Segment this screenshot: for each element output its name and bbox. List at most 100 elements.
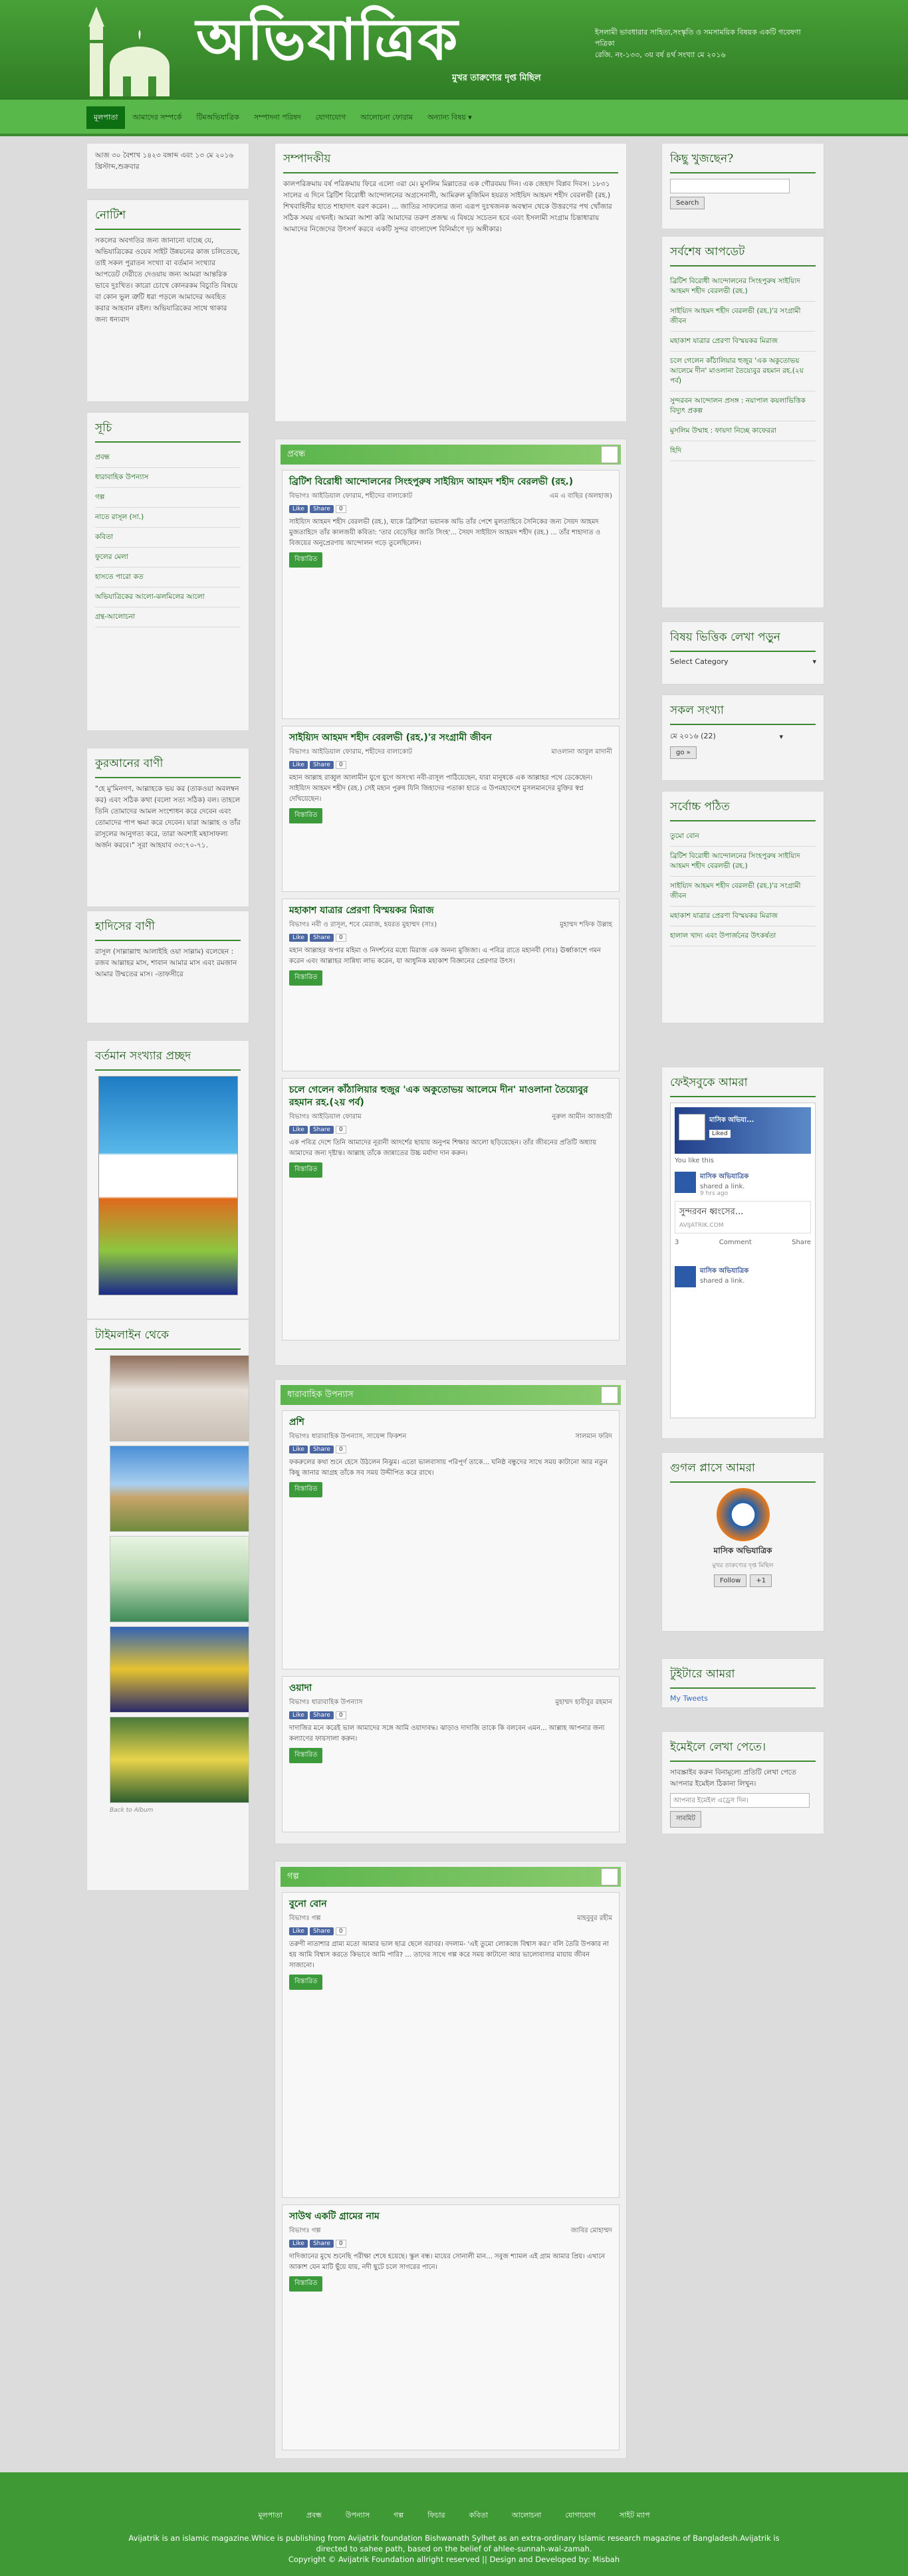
index-item[interactable]: নাতে রাসূল (সা.) bbox=[95, 508, 241, 528]
fb-like-button[interactable]: Like bbox=[289, 1126, 308, 1134]
archive-select[interactable]: মে ২০১৬ (22) ▾ bbox=[670, 730, 783, 743]
fb-link-preview[interactable]: সুন্দরবন ধ্বংসের... AVIJATRIK.COM bbox=[675, 1201, 811, 1234]
read-more-button[interactable]: বিস্তারিত bbox=[289, 552, 323, 568]
post-title[interactable]: সাউথ একটি গ্রামের নাম bbox=[289, 2210, 612, 2223]
post-title[interactable]: বুনো বোন bbox=[289, 1898, 612, 1911]
fb-share-button[interactable]: Share bbox=[309, 505, 334, 513]
recent-post-link[interactable]: হিদি bbox=[670, 441, 816, 461]
post-title[interactable]: প্রশি bbox=[289, 1416, 612, 1429]
fb-like-button[interactable]: Like bbox=[289, 934, 308, 942]
fb-like-button[interactable]: Like bbox=[289, 1711, 308, 1719]
read-more-button[interactable]: বিস্তারিত bbox=[289, 970, 323, 986]
fb-post-author[interactable]: মাসিক অভিযাত্রিক bbox=[700, 1172, 748, 1183]
post-title[interactable]: সাইয়্যিদ আহমদ শহীদ বেরলভী (রহ.)'র সংগ্র… bbox=[289, 732, 612, 744]
post-title[interactable]: ব্রিটিশ বিরোধী আন্দোলনের সিংহপুরুষ সাইয়… bbox=[289, 476, 612, 488]
index-item[interactable]: গল্প bbox=[95, 488, 241, 508]
fb-page-name[interactable]: মাসিক অভিযা... bbox=[709, 1115, 754, 1127]
fb-like-button[interactable]: Like bbox=[289, 2240, 308, 2248]
post-category[interactable]: বিভাগঃ গল্প bbox=[289, 1913, 321, 1925]
recent-post-link[interactable]: সাইয়্যিদ আহমদ শহীদ বেরলভী (রহ.)'র সংগ্র… bbox=[670, 302, 816, 332]
nav-item-contact[interactable]: যোগাযোগ bbox=[308, 106, 354, 129]
nav-item-editorial-board[interactable]: সম্পাদনা পরিষদ bbox=[247, 106, 308, 129]
footer-link[interactable]: আলোচনা bbox=[512, 2510, 541, 2522]
fb-share-button[interactable]: Share bbox=[309, 1927, 334, 1935]
footer-link[interactable]: উপন্যাস bbox=[346, 2510, 370, 2522]
index-item[interactable]: হাসতে পারো কত bbox=[95, 568, 241, 588]
post-category[interactable]: বিভাগঃ নবী ও রাসূল, শবে মেরাজ, হযরত মুহা… bbox=[289, 920, 437, 931]
post-category[interactable]: বিভাগঃ আইডিয়াল ফোরাম bbox=[289, 1112, 362, 1123]
fb-share-link[interactable]: Share bbox=[792, 1239, 811, 1246]
category-select[interactable]: Select Category ▾ bbox=[670, 657, 816, 666]
fb-post-likes[interactable]: 3 bbox=[675, 1239, 679, 1246]
brand-title[interactable]: অভিযাত্রিক bbox=[196, 7, 459, 73]
post-category[interactable]: বিভাগঃ আইডিয়াল ফোরাম, শহীদের বালাকোট bbox=[289, 491, 412, 502]
recent-post-link[interactable]: মহাকাশ যাত্রার প্রেরণা বিস্ময়কর মিরাজ bbox=[670, 332, 816, 352]
post-title[interactable]: চলে গেলেন কাঁঠালিয়ার হুজুর 'এক অকুতোভয়… bbox=[289, 1084, 612, 1109]
index-item[interactable]: প্রবন্ধ bbox=[95, 448, 241, 468]
nav-item-others[interactable]: অন্যান্য বিষয় ▾ bbox=[420, 106, 479, 129]
read-more-button[interactable]: বিস্তারিত bbox=[289, 2276, 323, 2292]
footer-link[interactable]: গল্প bbox=[394, 2510, 403, 2522]
timeline-photo[interactable] bbox=[110, 1626, 249, 1713]
fb-like-button[interactable]: Like bbox=[289, 761, 308, 769]
footer-link[interactable]: কবিতা bbox=[469, 2510, 488, 2522]
email-input[interactable] bbox=[670, 1793, 810, 1808]
footer-link[interactable]: সাইট ম্যাপ bbox=[620, 2510, 650, 2522]
gplus-follow-button[interactable]: Follow bbox=[713, 1574, 747, 1587]
fb-like-button[interactable]: Like bbox=[289, 1927, 308, 1935]
index-item[interactable]: ফুলের মেলা bbox=[95, 548, 241, 568]
index-item[interactable]: অভিযাত্রিকের আলো-ঝলমিলের আলো bbox=[95, 588, 241, 607]
popular-post-link[interactable]: তুমো বোন bbox=[670, 827, 816, 847]
index-item[interactable]: কবিতা bbox=[95, 528, 241, 548]
nav-item-home[interactable]: মূলপাতা bbox=[86, 106, 126, 129]
post-category[interactable]: বিভাগঃ গল্প bbox=[289, 2226, 321, 2237]
fb-share-button[interactable]: Share bbox=[309, 2240, 334, 2248]
timeline-photo[interactable] bbox=[110, 1717, 249, 1803]
current-issue-cover[interactable] bbox=[98, 1076, 238, 1295]
fb-post-author[interactable]: মাসিক অভিযাত্রিক bbox=[700, 1266, 748, 1277]
nav-item-about[interactable]: আমাদের সম্পর্কে bbox=[125, 106, 189, 129]
fb-share-button[interactable]: Share bbox=[309, 1446, 334, 1453]
fb-comment-button[interactable]: Comment bbox=[719, 1239, 752, 1246]
popular-post-link[interactable]: ব্রিটিশ বিরোধী আন্দোলনের সিংহপুরুষ সাইয়… bbox=[670, 847, 816, 877]
post-title[interactable]: ওয়াদা bbox=[289, 1682, 612, 1695]
nav-item-forum[interactable]: আলোচনা ফোরাম bbox=[353, 106, 420, 129]
read-more-button[interactable]: বিস্তারিত bbox=[289, 1482, 323, 1497]
fb-like-button[interactable]: Like bbox=[289, 1446, 308, 1453]
popular-post-link[interactable]: হালাল খাদ্য এবং উপার্জনের উৎকর্ষতা bbox=[670, 926, 816, 946]
search-input[interactable] bbox=[670, 179, 790, 193]
recent-post-link[interactable]: মুসলিম উম্মাহ : ফায়দা নিচ্ছে কাফেররা bbox=[670, 421, 816, 441]
nav-item-team[interactable]: টিমঅভিযাত্রিক bbox=[189, 106, 247, 129]
gplus-name[interactable]: মাসিক অভিযাত্রিক bbox=[670, 1545, 816, 1558]
popular-post-link[interactable]: মহাকাশ যাত্রার প্রেরণা বিস্ময়কর মিরাজ bbox=[670, 907, 816, 926]
gplus-plus-one-button[interactable]: +1 bbox=[750, 1574, 772, 1587]
fb-liked-button[interactable]: Liked bbox=[709, 1130, 731, 1138]
post-title[interactable]: মহাকাশ যাত্রার প্রেরণা বিস্ময়কর মিরাজ bbox=[289, 905, 612, 917]
timeline-photo[interactable] bbox=[110, 1355, 249, 1442]
email-submit-button[interactable]: সাবমিট bbox=[670, 1811, 701, 1828]
twitter-link[interactable]: My Tweets bbox=[670, 1694, 816, 1703]
recent-post-link[interactable]: ব্রিটিশ বিরোধী আন্দোলনের সিংহপুরুষ সাইয়… bbox=[670, 272, 816, 302]
fb-share-button[interactable]: Share bbox=[309, 761, 334, 769]
popular-post-link[interactable]: সাইয়্যিদ আহমদ শহীদ বেরলভী (রহ.)'র সংগ্র… bbox=[670, 877, 816, 907]
fb-share-button[interactable]: Share bbox=[309, 1711, 334, 1719]
fb-like-button[interactable]: Like bbox=[289, 505, 308, 513]
footer-link[interactable]: ফিচার bbox=[427, 2510, 445, 2522]
footer-link[interactable]: মূলপাতা bbox=[258, 2510, 282, 2522]
back-to-album-link[interactable]: Back to Album bbox=[110, 1807, 241, 1814]
search-button[interactable]: Search bbox=[670, 197, 705, 209]
footer-link[interactable]: প্রবন্ধ bbox=[306, 2510, 322, 2522]
read-more-button[interactable]: বিস্তারিত bbox=[289, 1975, 323, 1990]
recent-post-link[interactable]: চলে গেলেন কাঁঠালিয়ার হুজুর 'এক অকুতোভয়… bbox=[670, 352, 816, 391]
post-category[interactable]: বিভাগঃ ধারাবাহিক উপন্যাস, সায়েন্স ফিকশন bbox=[289, 1432, 406, 1443]
archive-go-button[interactable]: go » bbox=[670, 746, 697, 759]
fb-share-button[interactable]: Share bbox=[309, 1126, 334, 1134]
index-item[interactable]: গ্রন্থ-আলোচনা bbox=[95, 607, 241, 627]
post-category[interactable]: বিভাগঃ ধারাবাহিক উপন্যাস bbox=[289, 1697, 362, 1709]
recent-post-link[interactable]: সুন্দরবন আন্দোলন প্রসঙ্গ : নয়াপাল কয়লা… bbox=[670, 391, 816, 421]
timeline-photo[interactable] bbox=[110, 1446, 249, 1532]
fb-share-button[interactable]: Share bbox=[309, 934, 334, 942]
read-more-button[interactable]: বিস্তারিত bbox=[289, 1162, 323, 1178]
timeline-photo[interactable] bbox=[110, 1536, 249, 1622]
index-item[interactable]: ধারাবাহিক উপন্যাস bbox=[95, 468, 241, 488]
